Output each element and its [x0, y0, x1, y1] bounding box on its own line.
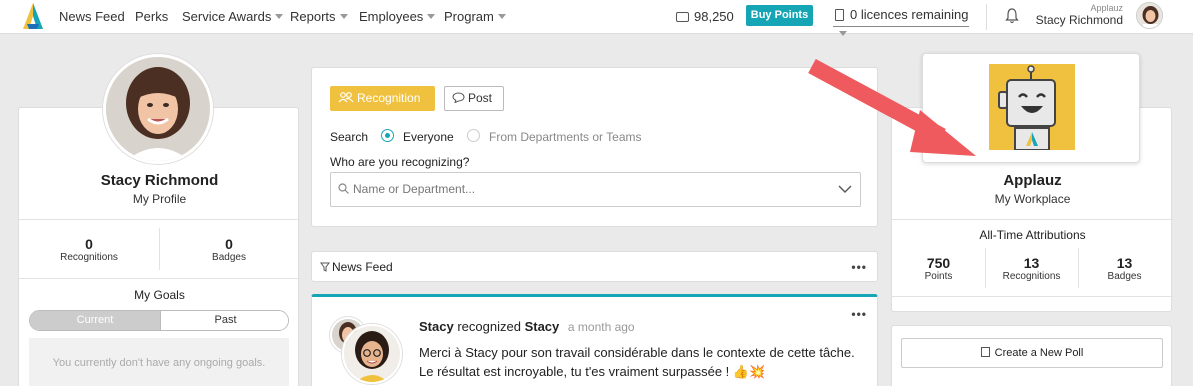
post-author[interactable]: Stacy — [419, 319, 454, 334]
chevron-down-icon — [497, 14, 506, 19]
profile-subtitle: My Profile — [132, 192, 187, 206]
goals-title: My Goals — [134, 288, 185, 302]
nav-service-awards-label: Service Awards — [182, 9, 272, 24]
bell-icon[interactable] — [1005, 8, 1019, 24]
recognitions-label: Recognitions — [60, 252, 118, 263]
create-poll-label: Create a New Poll — [994, 347, 1084, 359]
poll-icon — [980, 347, 990, 357]
divider — [892, 219, 1173, 220]
applauz-logo[interactable] — [16, 2, 50, 30]
post-more-menu[interactable]: ••• — [851, 307, 867, 321]
divider — [986, 4, 987, 30]
avatar[interactable] — [342, 324, 402, 384]
chevron-down-icon — [275, 14, 284, 19]
buy-points-button[interactable]: Buy Points — [746, 5, 813, 26]
licences-dropdown[interactable]: 0 licences remaining — [833, 5, 969, 36]
robot-mascot-icon — [989, 64, 1075, 150]
avatar[interactable] — [1136, 2, 1163, 29]
user-menu-name[interactable]: Stacy Richmond — [1036, 13, 1123, 27]
badges-count: 0 — [225, 236, 233, 252]
users-icon — [338, 92, 354, 103]
post-button-label: Post — [468, 91, 493, 105]
company-recognitions-label: Recognitions — [1002, 271, 1061, 282]
radio-everyone[interactable] — [381, 129, 394, 142]
company-points-value: 750 — [926, 255, 951, 271]
nav-program-label: Program — [444, 9, 494, 24]
nav-perks[interactable]: Perks — [135, 9, 168, 24]
search-scope-label: Search — [330, 130, 369, 144]
points-balance: 98,250 — [676, 9, 734, 24]
company-badges-value: 13 — [1116, 255, 1133, 271]
licences-label: 0 licences remaining — [850, 7, 969, 22]
recognition-button[interactable]: Recognition — [330, 86, 435, 111]
radio-departments-label[interactable]: From Departments or Teams — [489, 130, 642, 144]
company-points-label: Points — [924, 271, 953, 282]
radio-everyone-label[interactable]: Everyone — [403, 130, 454, 144]
recipient-search-input[interactable]: Name or Department... — [330, 172, 861, 207]
recipient-search-placeholder: Name or Department... — [353, 182, 476, 196]
points-value: 98,250 — [694, 9, 734, 24]
chevron-down-icon — [427, 14, 436, 19]
recognitions-count: 0 — [85, 236, 93, 252]
nav-news-feed[interactable]: News Feed — [59, 9, 125, 24]
chevron-down-icon — [339, 14, 348, 19]
feed-post: Stacy recognized Stacy a month ago ••• M… — [311, 294, 878, 386]
search-icon — [338, 183, 349, 194]
divider — [892, 296, 1173, 297]
create-poll-button[interactable]: Create a New Poll — [901, 338, 1163, 368]
nav-service-awards[interactable]: Service Awards — [182, 9, 284, 24]
profile-name[interactable]: Stacy Richmond — [19, 172, 300, 189]
company-recognitions-value: 13 — [1023, 255, 1040, 271]
goals-empty-message: You currently don't have any ongoing goa… — [29, 338, 289, 386]
chevron-down-icon — [839, 31, 847, 36]
post-timestamp: a month ago — [567, 320, 635, 334]
company-name-small: Applauz — [1090, 3, 1123, 13]
tab-current-goals[interactable]: Current — [30, 311, 160, 330]
annotation-arrow — [808, 58, 976, 156]
company-subtitle: My Workplace — [994, 192, 1071, 206]
post-message: Merci à Stacy pour son travail considéra… — [419, 345, 855, 379]
profile-photo[interactable] — [103, 54, 213, 164]
company-badges-label: Badges — [1107, 271, 1142, 282]
nav-reports-label: Reports — [290, 9, 336, 24]
filter-icon — [320, 262, 330, 272]
post-verb: recognized — [457, 319, 521, 334]
recognition-button-label: Recognition — [357, 91, 421, 105]
company-name[interactable]: Applauz — [892, 172, 1173, 189]
feed-more-menu[interactable]: ••• — [851, 260, 867, 274]
who-recognizing-label: Who are you recognizing? — [330, 155, 470, 169]
radio-departments[interactable] — [467, 129, 480, 142]
nav-program[interactable]: Program — [444, 9, 506, 24]
news-feed-title: News Feed — [332, 260, 393, 274]
news-feed-filter[interactable]: News Feed — [320, 260, 393, 274]
poll-card: Create a New Poll — [891, 325, 1172, 386]
chevron-down-icon[interactable] — [838, 184, 852, 194]
news-feed-header: News Feed ••• — [311, 251, 878, 282]
speech-bubble-icon — [452, 92, 465, 104]
badges-label: Badges — [212, 252, 246, 263]
goals-segmented-control: Current Past — [29, 310, 289, 331]
nav-employees[interactable]: Employees — [359, 9, 436, 24]
wallet-icon — [676, 12, 689, 22]
nav-employees-label: Employees — [359, 9, 424, 24]
top-navigation-bar: News Feed Perks Service Awards Reports E… — [0, 0, 1193, 36]
post-header: Stacy recognized Stacy a month ago — [419, 319, 635, 334]
recognition-composer: Recognition Post Search Everyone From De… — [311, 67, 878, 227]
licence-icon — [835, 9, 844, 21]
post-recipient[interactable]: Stacy — [525, 319, 560, 334]
nav-reports[interactable]: Reports — [290, 9, 348, 24]
tab-past-goals[interactable]: Past — [160, 311, 288, 330]
divider — [19, 219, 300, 220]
post-button[interactable]: Post — [444, 86, 504, 111]
divider — [19, 278, 300, 279]
attributions-title: All-Time Attributions — [979, 228, 1086, 242]
